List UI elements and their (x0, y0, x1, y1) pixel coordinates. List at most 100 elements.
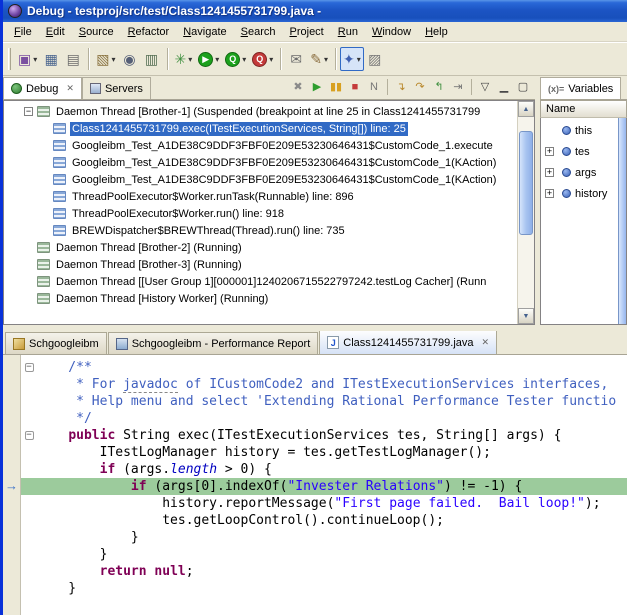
variables-column-header[interactable]: Name (540, 100, 627, 118)
variable-icon (562, 126, 571, 135)
close-icon[interactable]: ✕ (66, 83, 74, 94)
close-icon[interactable]: ✕ (482, 337, 490, 348)
menu-search[interactable]: Search (234, 24, 283, 40)
tree-row[interactable]: Class1241455731799.exec(ITestExecutionSe… (4, 120, 517, 137)
tree-item-label: Googleibm_Test_A1DE38C9DDF3FBF0E209E5323… (70, 173, 498, 187)
tree-row[interactable]: ThreadPoolExecutor$Worker.runTask(Runnab… (4, 188, 517, 205)
code-line[interactable]: */ (21, 410, 627, 427)
expand-icon[interactable]: + (545, 168, 554, 177)
variables-icon: (x)= (548, 84, 564, 94)
code-line[interactable]: history.reportMessage("First page failed… (21, 495, 627, 512)
menu-file[interactable]: File (7, 24, 39, 40)
report-list-button[interactable]: ▥ (141, 47, 163, 71)
variable-row[interactable]: +history (541, 183, 618, 204)
toolbar-grip[interactable] (8, 48, 11, 70)
tree-row[interactable]: Daemon Thread [Brother-3] (Running) (4, 256, 517, 273)
code-line[interactable]: ITestLogManager history = tes.getTestLog… (21, 444, 627, 461)
tree-row[interactable]: Daemon Thread [Brother-2] (Running) (4, 239, 517, 256)
tree-row[interactable]: Daemon Thread [History Worker] (Running) (4, 290, 517, 307)
tab-schgoogleibm-performance-report[interactable]: Schgoogleibm - Performance Report (108, 332, 319, 354)
tab-class1241455731799-java[interactable]: JClass1241455731799.java✕ (319, 331, 497, 354)
debug-view-tabs: Debug✕Servers (3, 76, 151, 99)
tab-schgoogleibm[interactable]: Schgoogleibm (5, 332, 107, 354)
search-menu-button[interactable]: ✦▾ (340, 47, 364, 71)
tree-row[interactable]: ThreadPoolExecutor$Worker.run() line: 91… (4, 205, 517, 222)
tree-row[interactable]: BREWDispatcher$BREWThread(Thread).run() … (4, 222, 517, 239)
fold-collapse-icon[interactable]: − (25, 431, 34, 440)
menu-refactor[interactable]: Refactor (121, 24, 177, 40)
code-line[interactable]: * For javadoc of ICustomCode2 and ITestE… (21, 376, 627, 393)
mail-report-button[interactable]: ✉ (285, 47, 307, 71)
suspend-button[interactable]: ▮▮ (327, 78, 345, 96)
scroll-thumb[interactable] (519, 131, 533, 235)
step-filters-button[interactable]: ⇥ (449, 78, 467, 96)
menu-window[interactable]: Window (365, 24, 418, 40)
tab-debug[interactable]: Debug✕ (3, 77, 82, 99)
tab-variables[interactable]: (x)= Variables (540, 77, 621, 99)
scroll-up-button[interactable]: ▲ (518, 101, 534, 117)
scroll-down-button[interactable]: ▼ (518, 308, 534, 324)
toggle-mark-button[interactable]: ▨ (364, 47, 386, 71)
debug-button[interactable]: ✳▾ (172, 47, 196, 71)
screen-capture-button[interactable]: ◉ (119, 47, 141, 71)
menu-project[interactable]: Project (283, 24, 331, 40)
code-line[interactable]: tes.getLoopControl().continueLoop(); (21, 512, 627, 529)
code-line[interactable]: } (21, 529, 627, 546)
tree-row[interactable]: −Daemon Thread [Brother-1] (Suspended (b… (4, 103, 517, 120)
run-button[interactable]: ▶▾ (195, 47, 222, 71)
terminate-button[interactable]: ■ (346, 78, 364, 96)
variable-row[interactable]: +args (541, 162, 618, 183)
variable-row[interactable]: this (541, 120, 618, 141)
fold-collapse-icon[interactable]: − (25, 363, 34, 372)
code-line[interactable]: if (args.length > 0) { (21, 461, 627, 478)
step-into-button[interactable]: ↴ (392, 78, 410, 96)
code-line[interactable]: } (21, 546, 627, 563)
tab-label: Variables (568, 83, 613, 95)
open-test-button[interactable]: ▧▾ (93, 47, 118, 71)
editor-body: → − /** * For javadoc of ICustomCode2 an… (3, 355, 627, 615)
new-wizard-button[interactable]: ▣▾ (15, 47, 40, 71)
code-line[interactable]: * Help menu and select 'Extending Ration… (21, 393, 627, 410)
expand-icon[interactable]: + (545, 189, 554, 198)
code-line[interactable]: − public String exec(ITestExecutionServi… (21, 427, 627, 444)
code-line[interactable]: if (args[0].indexOf("Invester Relations"… (21, 478, 627, 495)
tree-row[interactable]: Googleibm_Test_A1DE38C9DDF3FBF0E209E5323… (4, 171, 517, 188)
code-text: if (args[0].indexOf("Invester Relations"… (37, 478, 522, 495)
code-line[interactable]: return null; (21, 563, 627, 580)
code-line[interactable]: } (21, 580, 627, 597)
save-button[interactable]: ▦ (40, 47, 62, 71)
step-return-button[interactable]: ↰ (430, 78, 448, 96)
menu-edit[interactable]: Edit (39, 24, 72, 40)
dropdown-arrow-icon: ▾ (188, 55, 192, 64)
tab-servers[interactable]: Servers (82, 77, 151, 99)
dropdown-arrow-icon: ▾ (357, 55, 361, 64)
tree-row[interactable]: Googleibm_Test_A1DE38C9DDF3FBF0E209E5323… (4, 137, 517, 154)
menu-run[interactable]: Run (331, 24, 365, 40)
minimize-button[interactable]: ▁ (495, 78, 513, 96)
stop-schedule-button[interactable]: Q▾ (249, 47, 276, 71)
tree-item-label: Daemon Thread [[User Group 1][000001]124… (54, 275, 488, 289)
tree-row[interactable]: Googleibm_Test_A1DE38C9DDF3FBF0E209E5323… (4, 154, 517, 171)
thread-icon (37, 106, 50, 117)
view-menu-button[interactable]: ▽ (476, 78, 494, 96)
tree-row[interactable]: Daemon Thread [[User Group 1][000001]124… (4, 273, 517, 290)
menu-navigate[interactable]: Navigate (176, 24, 233, 40)
menu-help[interactable]: Help (418, 24, 455, 40)
code-area[interactable]: − /** * For javadoc of ICustomCode2 and … (21, 355, 627, 615)
collapse-icon[interactable]: − (24, 107, 33, 116)
scroll-track[interactable] (518, 117, 534, 308)
resume-button[interactable]: ▶ (308, 78, 326, 96)
tab-label: Schgoogleibm (29, 338, 99, 350)
step-over-button[interactable]: ↷ (411, 78, 429, 96)
run-schedule-button[interactable]: Q▾ (222, 47, 249, 71)
maximize-button[interactable]: ▢ (514, 78, 532, 96)
menu-source[interactable]: Source (72, 24, 121, 40)
disconnect-button[interactable]: N (365, 78, 383, 96)
annotate-button[interactable]: ✎▾ (307, 47, 331, 71)
print-button[interactable]: ▤ (62, 47, 84, 71)
remove-terminated-button[interactable]: ✖ (289, 78, 307, 96)
variable-row[interactable]: +tes (541, 141, 618, 162)
expand-icon[interactable]: + (545, 147, 554, 156)
code-line[interactable]: − /** (21, 359, 627, 376)
variables-scrollbar[interactable] (618, 118, 626, 324)
